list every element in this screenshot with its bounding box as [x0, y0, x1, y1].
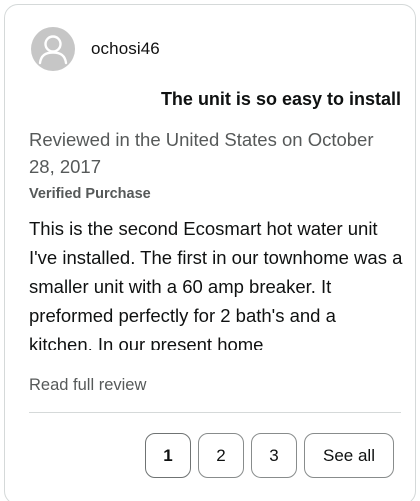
- reviewer-profile[interactable]: ochosi46: [31, 27, 160, 71]
- review-card: ochosi46 The unit is so easy to install …: [4, 4, 416, 501]
- page-1-button[interactable]: 1: [145, 433, 191, 478]
- review-body: This is the second Ecosmart hot water un…: [29, 218, 403, 350]
- verified-purchase-badge: Verified Purchase: [29, 186, 151, 202]
- divider: [29, 412, 401, 413]
- read-full-review-link[interactable]: Read full review: [29, 376, 146, 395]
- review-title[interactable]: The unit is so easy to install: [5, 89, 401, 110]
- reviewer-name[interactable]: ochosi46: [91, 39, 160, 59]
- see-all-button[interactable]: See all: [304, 433, 394, 478]
- page-2-button[interactable]: 2: [198, 433, 244, 478]
- page-3-button[interactable]: 3: [251, 433, 297, 478]
- review-date: Reviewed in the United States on October…: [29, 129, 374, 177]
- default-user-avatar-icon: [31, 27, 75, 71]
